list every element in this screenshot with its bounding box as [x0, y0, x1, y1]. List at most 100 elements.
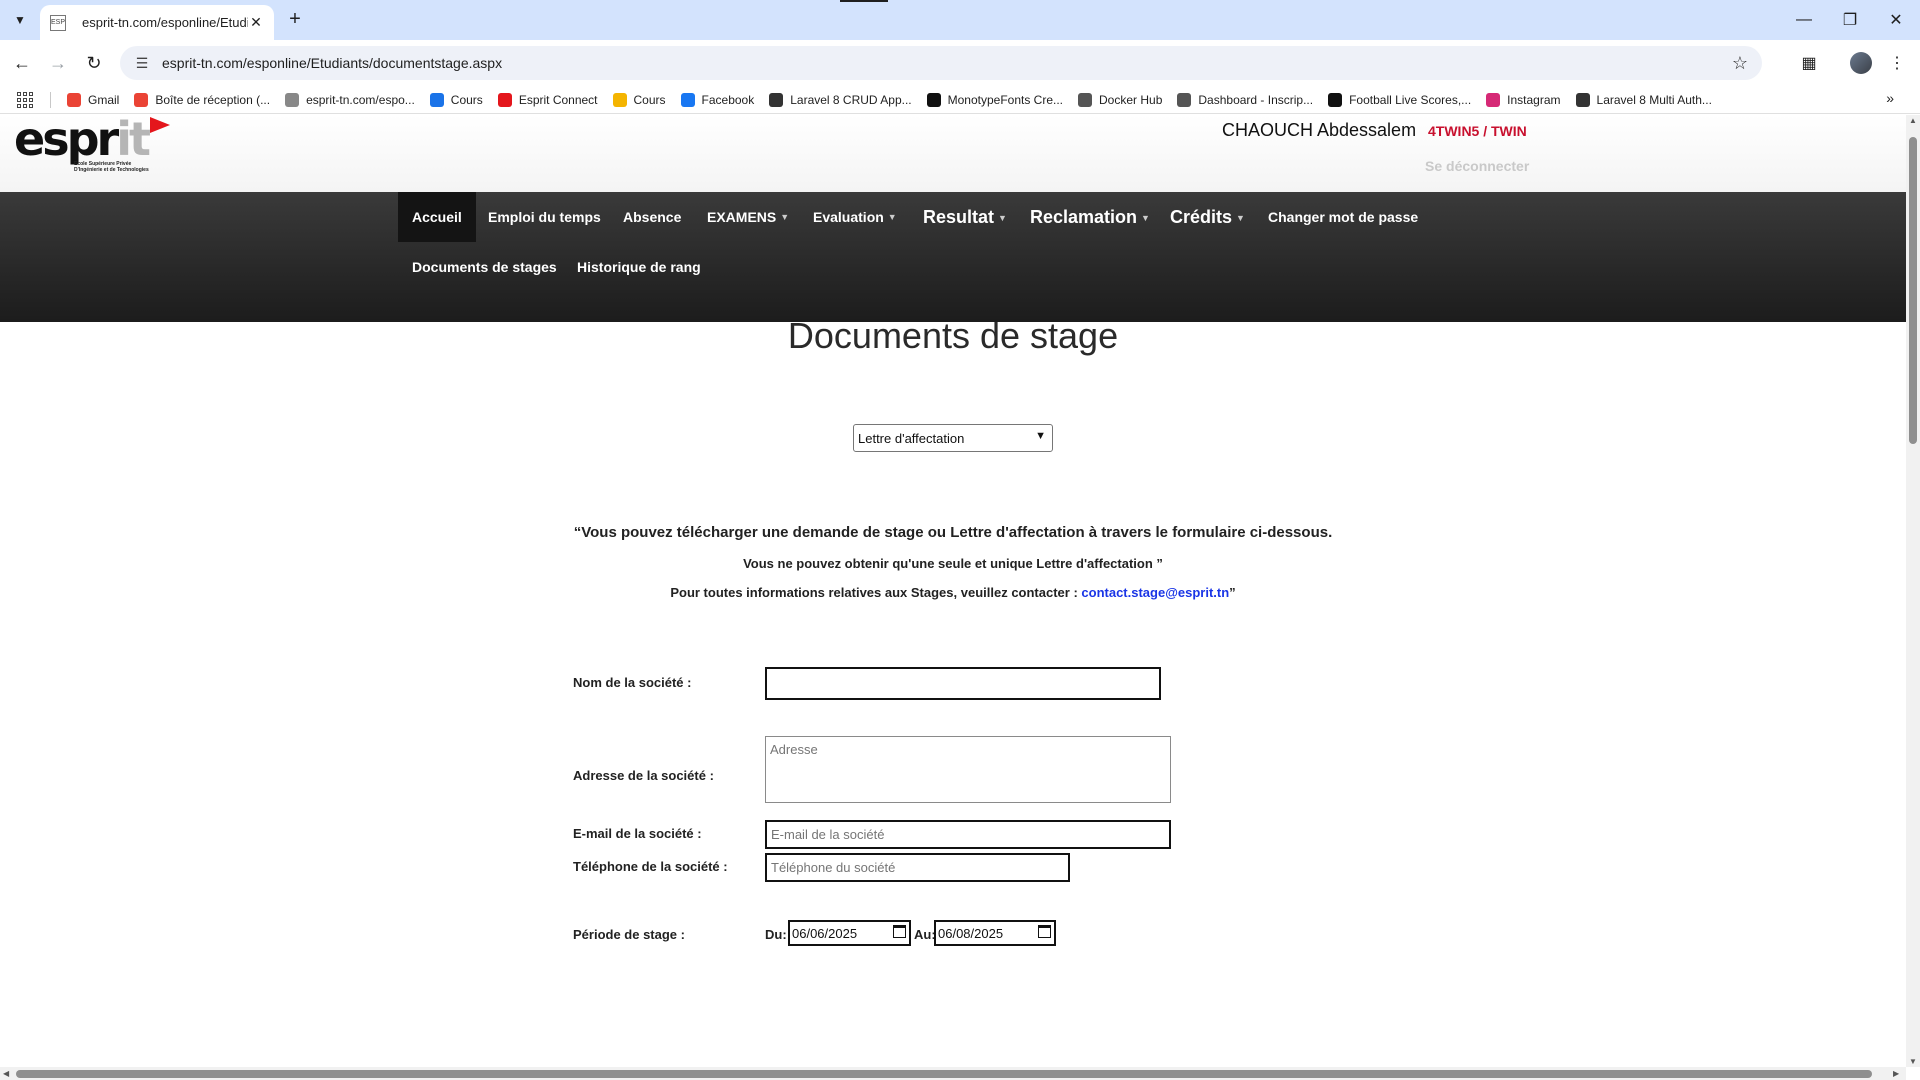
esprit-logo[interactable]: esprit Ecole Supérieure Privée D'Ingénie…	[14, 116, 174, 187]
scroll-up-icon[interactable]: ▲	[1906, 116, 1920, 125]
nav-emploi-du-temps[interactable]: Emploi du temps	[488, 192, 601, 242]
date-from-label: Du:	[765, 927, 787, 942]
bookmark-item[interactable]: Laravel 8 Multi Auth...	[1575, 92, 1712, 107]
minimize-icon[interactable]: —	[1780, 0, 1828, 40]
web-icon	[769, 92, 784, 107]
vertical-scroll-thumb[interactable]	[1909, 137, 1917, 444]
bookmark-item[interactable]: Esprit Connect	[497, 92, 598, 107]
scroll-right-icon[interactable]: ▶	[1893, 1067, 1899, 1080]
vertical-scrollbar[interactable]: ▲ ▼	[1906, 115, 1920, 1067]
extensions-icon[interactable]: ▦	[1796, 50, 1822, 76]
document-type-select[interactable]: Lettre d'affectation ▼	[853, 424, 1053, 452]
reload-icon[interactable]: ↻	[80, 49, 108, 77]
close-tab-icon[interactable]: ✕	[248, 14, 264, 31]
calendar-icon[interactable]	[893, 925, 906, 938]
calendar-icon[interactable]	[1038, 925, 1051, 938]
horizontal-scroll-thumb[interactable]	[16, 1070, 1872, 1078]
bookmark-star-icon[interactable]: ☆	[1732, 53, 1748, 74]
company-address-label: Adresse de la société :	[573, 768, 714, 783]
bookmark-list: Gmail Boîte de réception (... esprit-tn.co…	[67, 92, 1727, 107]
docker-icon	[1078, 92, 1093, 107]
info-download-text: “Vous pouvez télécharger une demande de …	[573, 524, 1333, 541]
scroll-left-icon[interactable]: ◀	[3, 1067, 9, 1080]
bookmarks-divider	[50, 91, 51, 108]
company-phone-input[interactable]: Téléphone du société	[765, 853, 1070, 882]
more-bookmarks-icon[interactable]: »	[1886, 90, 1894, 106]
user-name: CHAOUCH Abdessalem	[1222, 120, 1417, 140]
forward-icon[interactable]: →	[44, 49, 72, 77]
date-to-label: Au:	[914, 927, 936, 942]
contact-suffix: ”	[1229, 585, 1236, 600]
address-bar[interactable]: ☰ esprit-tn.com/esponline/Etudiants/docu…	[120, 46, 1762, 80]
web-icon	[1575, 92, 1590, 107]
nav-reclamation[interactable]: Reclamation ▼	[1030, 192, 1150, 243]
bookmark-item[interactable]: Dashboard - Inscrip...	[1177, 92, 1313, 107]
caret-down-icon: ▼	[1141, 213, 1150, 223]
browser-toolbar: ← → ↻ ☰ esprit-tn.com/esponline/Etudiant…	[0, 40, 1920, 86]
company-phone-label: Téléphone de la société :	[573, 859, 728, 874]
url-text[interactable]: esprit-tn.com/esponline/Etudiants/docume…	[162, 55, 502, 71]
site-info-icon[interactable]: ☰	[126, 55, 158, 72]
window-close-icon[interactable]: ✕	[1872, 0, 1920, 40]
bookmark-item[interactable]: MonotypeFonts Cre...	[926, 92, 1063, 107]
tab-search-icon[interactable]: ▼	[8, 8, 32, 32]
info-unique-text: Vous ne pouvez obtenir qu'une seule et u…	[743, 556, 1163, 571]
company-address-textarea[interactable]: Adresse	[765, 736, 1171, 803]
nav-changer-mot-de-passe[interactable]: Changer mot de passe	[1268, 192, 1418, 242]
bookmark-item[interactable]: Docker Hub	[1078, 92, 1162, 107]
avatar	[1850, 52, 1872, 74]
bookmark-item[interactable]: Football Live Scores,...	[1328, 92, 1472, 107]
bookmark-item[interactable]: Boîte de réception (...	[134, 92, 271, 107]
internship-period-label: Période de stage :	[573, 927, 685, 942]
bookmark-item[interactable]: esprit-tn.com/espo...	[285, 92, 415, 107]
browser-menu-icon[interactable]: ⋮	[1884, 50, 1910, 76]
instagram-icon	[1486, 92, 1501, 107]
bookmark-item[interactable]: Instagram	[1486, 92, 1561, 107]
bookmark-item[interactable]: Cours	[429, 92, 483, 107]
company-email-label: E-mail de la société :	[573, 826, 702, 841]
bookmark-label: Boîte de réception (...	[155, 92, 271, 107]
bookmark-item[interactable]: Laravel 8 CRUD App...	[769, 92, 912, 107]
caret-down-icon: ▼	[998, 213, 1007, 223]
nav-accueil[interactable]: Accueil	[398, 192, 476, 242]
scroll-down-icon[interactable]: ▼	[1906, 1057, 1920, 1066]
back-icon[interactable]: ←	[8, 49, 36, 77]
caret-down-icon: ▼	[1236, 213, 1245, 223]
browser-tabstrip: ▼ ESP esprit-tn.com/esponline/Etudia ✕ +…	[0, 0, 1920, 40]
nav-absence[interactable]: Absence	[623, 192, 681, 242]
company-email-input[interactable]: E-mail de la société	[765, 820, 1171, 849]
info-contact-text: Pour toutes informations relatives aux S…	[0, 585, 1906, 600]
nav-documents-de-stages[interactable]: Documents de stages	[412, 242, 557, 292]
profile-avatar[interactable]	[1848, 50, 1874, 76]
globe-icon	[1177, 92, 1192, 107]
site-header: esprit Ecole Supérieure Privée D'Ingénie…	[0, 115, 1906, 192]
bookmark-label: Football Live Scores,...	[1349, 92, 1472, 107]
nav-resultat[interactable]: Resultat ▼	[923, 192, 1007, 243]
date-from-input[interactable]: 06/06/2025	[788, 920, 911, 946]
page-title: Documents de stage	[787, 315, 1119, 356]
logout-link[interactable]: Se déconnecter	[1425, 158, 1529, 174]
bookmark-label: esprit-tn.com/espo...	[306, 92, 415, 107]
bookmark-item[interactable]: Cours	[612, 92, 666, 107]
date-to-input[interactable]: 06/08/2025	[934, 920, 1056, 946]
nav-examens[interactable]: EXAMENS ▼	[707, 192, 789, 242]
bookmark-item[interactable]: Gmail	[67, 92, 119, 107]
user-class-badge: 4TWIN5 / TWIN	[1428, 123, 1527, 139]
restore-icon[interactable]: ❐	[1826, 0, 1874, 40]
horizontal-scrollbar[interactable]: ◀ ▶	[0, 1067, 1906, 1080]
nav-credits[interactable]: Crédits ▼	[1170, 192, 1245, 243]
date-to-value: 06/08/2025	[938, 925, 1004, 941]
esprit-flag-icon	[497, 92, 512, 107]
drive-icon	[429, 92, 444, 107]
nav-historique-de-rang[interactable]: Historique de rang	[577, 242, 701, 292]
logo-flag-icon	[150, 117, 170, 133]
apps-grid-icon[interactable]	[16, 91, 34, 109]
contact-email-link[interactable]: contact.stage@esprit.tn	[1081, 585, 1229, 600]
nav-evaluation[interactable]: Evaluation ▼	[813, 192, 897, 242]
company-name-input[interactable]	[765, 667, 1161, 700]
new-tab-icon[interactable]: +	[283, 8, 307, 32]
bookmark-item[interactable]: Facebook	[680, 92, 754, 107]
bookmark-label: Cours	[633, 92, 666, 107]
browser-tab[interactable]: ESP esprit-tn.com/esponline/Etudia ✕	[40, 5, 274, 40]
football-icon	[1328, 92, 1343, 107]
